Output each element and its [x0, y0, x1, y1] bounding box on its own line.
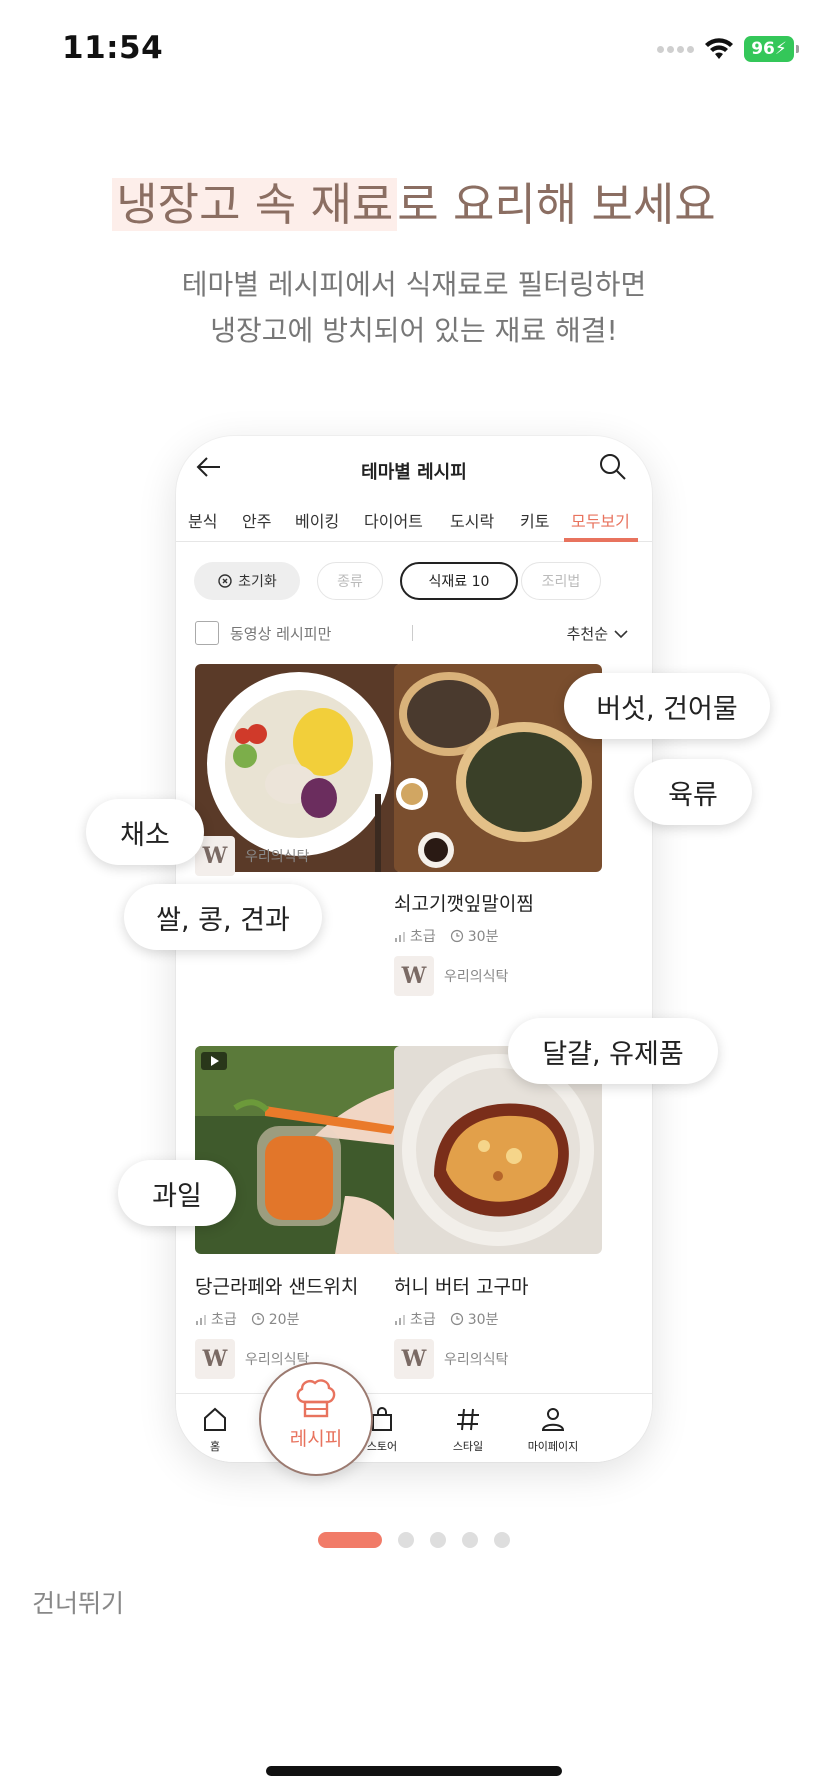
battery-icon: 96 ⚡	[744, 36, 799, 62]
kind-filter-chip: 종류	[317, 562, 383, 600]
tag-vegetable: 채소	[86, 799, 204, 865]
video-only-checkbox	[195, 621, 219, 645]
video-only-label: 동영상 레시피만	[230, 625, 332, 643]
tag-meat: 육류	[634, 759, 752, 825]
tab-keto: 키토	[520, 512, 550, 531]
time-label: 30분	[467, 1312, 499, 1328]
card-author: W 우리의식탁	[394, 1339, 508, 1379]
tab-diet: 다이어트	[364, 512, 423, 531]
recipe-image-carrot	[195, 1046, 403, 1254]
time-label: 20분	[268, 1312, 300, 1328]
wifi-icon	[705, 38, 733, 59]
card-meta: 초급 30분	[394, 926, 498, 946]
tag-egg-dairy: 달걀, 유제품	[508, 1018, 718, 1084]
home-icon	[204, 1407, 226, 1431]
video-badge-icon	[201, 1052, 227, 1070]
sort-dropdown: 추천순	[567, 623, 628, 644]
level-label: 초급	[410, 1312, 436, 1328]
level-icon	[196, 1315, 206, 1325]
active-tab-indicator	[564, 538, 638, 542]
tab-lunchbox: 도시락	[450, 512, 495, 531]
author-logo: W	[394, 1339, 434, 1379]
ingredient-filter-chip: 식재료 10	[400, 562, 518, 600]
subheadline-line-1: 테마별 레시피에서 식재료로 필터링하면	[181, 268, 647, 301]
subheadline: 테마별 레시피에서 식재료로 필터링하면 냉장고에 방치되어 있는 재료 해결!	[0, 262, 828, 354]
home-indicator[interactable]	[266, 1766, 562, 1776]
tabbar-mypage-label: 마이페이지	[527, 1440, 579, 1453]
reset-filter-chip: 초기화	[194, 562, 300, 600]
subheadline-line-2: 냉장고에 방치되어 있는 재료 해결!	[210, 314, 618, 347]
battery-level: 96	[751, 39, 775, 59]
card-title: 쇠고기깻잎말이찜	[394, 893, 534, 915]
page-dot-3[interactable]	[430, 1532, 446, 1548]
page-indicator	[0, 1532, 828, 1548]
tabbar-recipe: 레시피	[259, 1362, 373, 1476]
clock-icon	[251, 1312, 264, 1326]
author-logo: W	[195, 1339, 235, 1379]
card-meta: 초급 30분	[394, 1309, 498, 1329]
cellular-signal-icon	[657, 45, 694, 53]
tab-snack: 분식	[188, 512, 218, 531]
mockup-tabbar: 홈 스토어 스타일 마이페이지	[176, 1393, 652, 1462]
tab-all: 모두보기	[571, 512, 630, 531]
hashtag-icon	[457, 1408, 479, 1431]
tab-baking: 베이킹	[295, 512, 340, 531]
tabbar-mypage: 마이페이지	[513, 1404, 593, 1454]
mockup-header: 테마별 레시피	[176, 436, 652, 500]
level-label: 초급	[211, 1312, 237, 1328]
card-author: W 우리의식탁	[195, 836, 309, 876]
level-icon	[395, 932, 405, 942]
time-label: 30분	[467, 929, 499, 945]
onboarding-screen: 11:54 96 ⚡ 냉장고 속 재료로 요리해 보세요 테마별 레시피에서 식재…	[0, 0, 828, 1792]
author-name: 우리의식탁	[444, 1352, 509, 1368]
reset-label: 초기화	[238, 574, 277, 590]
author-name: 우리의식탁	[245, 849, 310, 865]
divider	[412, 625, 413, 641]
status-indicators: 96 ⚡	[657, 36, 799, 62]
page-dot-1[interactable]	[318, 1532, 382, 1548]
author-name: 우리의식탁	[444, 969, 509, 985]
method-filter-chip: 조리법	[521, 562, 601, 600]
chef-hat-icon	[296, 1379, 336, 1418]
level-icon	[395, 1315, 405, 1325]
headline: 냉장고 속 재료로 요리해 보세요	[0, 168, 828, 233]
clock-icon	[450, 1312, 463, 1326]
reset-icon	[218, 574, 232, 588]
clock-icon	[450, 929, 463, 943]
tabbar-style: 스타일	[428, 1404, 508, 1454]
card-meta: 초급 20분	[195, 1309, 299, 1329]
tabbar-style-label: 스타일	[452, 1440, 484, 1453]
tabbar-store-label: 스토어	[366, 1440, 398, 1453]
mockup-title: 테마별 레시피	[361, 462, 467, 483]
filter-row: 동영상 레시피만 추천순	[176, 616, 652, 650]
skip-button[interactable]: 건너뛰기	[32, 1584, 124, 1620]
search-icon	[600, 454, 626, 480]
level-label: 초급	[410, 929, 436, 945]
author-logo: W	[394, 956, 434, 996]
headline-highlight: 냉장고 속 재료	[112, 178, 398, 231]
page-dot-5[interactable]	[494, 1532, 510, 1548]
chevron-down-icon	[614, 629, 628, 638]
category-tabs: 분식 안주 베이킹 다이어트 도시락 키토 모두보기	[176, 500, 652, 542]
status-time: 11:54	[62, 30, 164, 66]
card-title: 당근라페와 샌드위치	[195, 1276, 359, 1298]
tag-mushroom-dried: 버섯, 건어물	[564, 673, 770, 739]
page-dot-2[interactable]	[398, 1532, 414, 1548]
tabbar-recipe-label: 레시피	[289, 1428, 343, 1450]
tabbar-home: 홈	[176, 1404, 255, 1454]
tab-anju: 안주	[242, 512, 272, 531]
headline-rest: 로 요리해 보세요	[397, 178, 716, 231]
card-title: 허니 버터 고구마	[394, 1276, 529, 1298]
card-author: W 우리의식탁	[394, 956, 508, 996]
tag-fruit: 과일	[118, 1160, 236, 1226]
tag-grain-bean-nut: 쌀, 콩, 견과	[124, 884, 322, 950]
sort-label: 추천순	[566, 625, 608, 643]
page-dot-4[interactable]	[462, 1532, 478, 1548]
tabbar-home-label: 홈	[209, 1440, 221, 1453]
person-icon	[541, 1408, 565, 1431]
